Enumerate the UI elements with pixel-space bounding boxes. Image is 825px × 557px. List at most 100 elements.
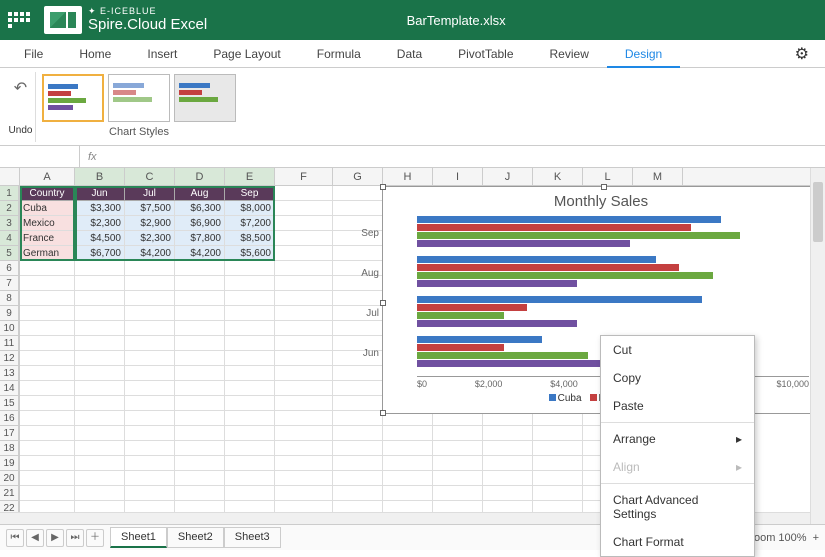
cell[interactable]: [75, 486, 125, 501]
cell[interactable]: [175, 411, 225, 426]
row-header[interactable]: 14: [0, 381, 19, 396]
menu-data[interactable]: Data: [379, 40, 440, 68]
settings-icon[interactable]: ⚙: [785, 44, 819, 64]
cell[interactable]: [483, 426, 533, 441]
cell[interactable]: [175, 366, 225, 381]
cell[interactable]: [483, 456, 533, 471]
cell[interactable]: [125, 276, 175, 291]
sheet-tab-sheet2[interactable]: Sheet2: [167, 527, 224, 548]
cell[interactable]: [225, 426, 275, 441]
chart-bar[interactable]: [417, 216, 721, 223]
cell[interactable]: Mexico: [20, 216, 75, 231]
cell[interactable]: [20, 306, 75, 321]
sheet-prev-button[interactable]: ◀: [26, 529, 44, 547]
cell[interactable]: [75, 321, 125, 336]
chart-bar[interactable]: [417, 224, 691, 231]
cell[interactable]: [333, 411, 383, 426]
sheet-tab-sheet3[interactable]: Sheet3: [224, 527, 281, 548]
row-header[interactable]: 5: [0, 246, 19, 261]
column-header[interactable]: D: [175, 168, 225, 185]
vertical-scrollbar[interactable]: [810, 168, 825, 524]
cell[interactable]: $4,200: [125, 246, 175, 261]
row-header[interactable]: 10: [0, 321, 19, 336]
cell[interactable]: [175, 261, 225, 276]
column-header[interactable]: A: [20, 168, 75, 185]
select-all-corner[interactable]: [0, 168, 19, 186]
context-paste[interactable]: Paste: [601, 392, 754, 420]
cell[interactable]: [20, 441, 75, 456]
cell[interactable]: [125, 336, 175, 351]
cell[interactable]: $5,600: [225, 246, 275, 261]
cell[interactable]: [125, 321, 175, 336]
cell[interactable]: [533, 441, 583, 456]
sheet-last-button[interactable]: ⏭: [66, 529, 84, 547]
cell[interactable]: [75, 396, 125, 411]
chart-bar[interactable]: [417, 240, 630, 247]
cell[interactable]: [333, 246, 383, 261]
cell[interactable]: [383, 486, 433, 501]
cell[interactable]: [125, 351, 175, 366]
cell[interactable]: [275, 201, 333, 216]
cell[interactable]: [20, 321, 75, 336]
cell[interactable]: [225, 486, 275, 501]
column-header[interactable]: L: [583, 168, 633, 185]
row-header[interactable]: 20: [0, 471, 19, 486]
cell[interactable]: [20, 456, 75, 471]
cell[interactable]: [275, 216, 333, 231]
cell[interactable]: [75, 426, 125, 441]
cell[interactable]: [275, 261, 333, 276]
row-header[interactable]: 15: [0, 396, 19, 411]
cell[interactable]: $2,300: [75, 216, 125, 231]
cell[interactable]: [175, 321, 225, 336]
cell[interactable]: [175, 486, 225, 501]
column-header[interactable]: E: [225, 168, 275, 185]
cell[interactable]: [275, 306, 333, 321]
cell[interactable]: $6,300: [175, 201, 225, 216]
cell[interactable]: [75, 366, 125, 381]
cell[interactable]: [75, 291, 125, 306]
cell[interactable]: [225, 396, 275, 411]
row-header[interactable]: 17: [0, 426, 19, 441]
cell[interactable]: German: [20, 246, 75, 261]
cell[interactable]: [333, 456, 383, 471]
cell[interactable]: [175, 396, 225, 411]
cell[interactable]: [383, 471, 433, 486]
cell[interactable]: [175, 306, 225, 321]
menu-formula[interactable]: Formula: [299, 40, 379, 68]
cell[interactable]: [125, 471, 175, 486]
cell[interactable]: France: [20, 231, 75, 246]
cell[interactable]: [483, 471, 533, 486]
cell[interactable]: [433, 426, 483, 441]
cell[interactable]: Jun: [75, 186, 125, 201]
context-chart-advanced-settings[interactable]: Chart Advanced Settings: [601, 486, 754, 528]
cell[interactable]: [20, 411, 75, 426]
row-header[interactable]: 2: [0, 201, 19, 216]
cell[interactable]: [75, 261, 125, 276]
chart-bar[interactable]: [417, 304, 527, 311]
cell[interactable]: Aug: [175, 186, 225, 201]
cell[interactable]: [75, 411, 125, 426]
cell[interactable]: [175, 456, 225, 471]
row-header[interactable]: 3: [0, 216, 19, 231]
cell[interactable]: $4,500: [75, 231, 125, 246]
cell[interactable]: [383, 441, 433, 456]
menu-pivottable[interactable]: PivotTable: [440, 40, 531, 68]
cell[interactable]: [433, 471, 483, 486]
cell[interactable]: [533, 471, 583, 486]
cell[interactable]: [275, 441, 333, 456]
cell[interactable]: [275, 246, 333, 261]
cell[interactable]: [275, 231, 333, 246]
cell[interactable]: Jul: [125, 186, 175, 201]
cell[interactable]: [333, 471, 383, 486]
cell[interactable]: [533, 456, 583, 471]
row-header[interactable]: 7: [0, 276, 19, 291]
cell[interactable]: [175, 381, 225, 396]
cell[interactable]: $2,900: [125, 216, 175, 231]
cell[interactable]: [125, 411, 175, 426]
cell[interactable]: [225, 321, 275, 336]
cell[interactable]: [20, 291, 75, 306]
chart-bar[interactable]: [417, 264, 679, 271]
cell[interactable]: [125, 426, 175, 441]
menu-insert[interactable]: Insert: [129, 40, 195, 68]
cell[interactable]: [333, 186, 383, 201]
